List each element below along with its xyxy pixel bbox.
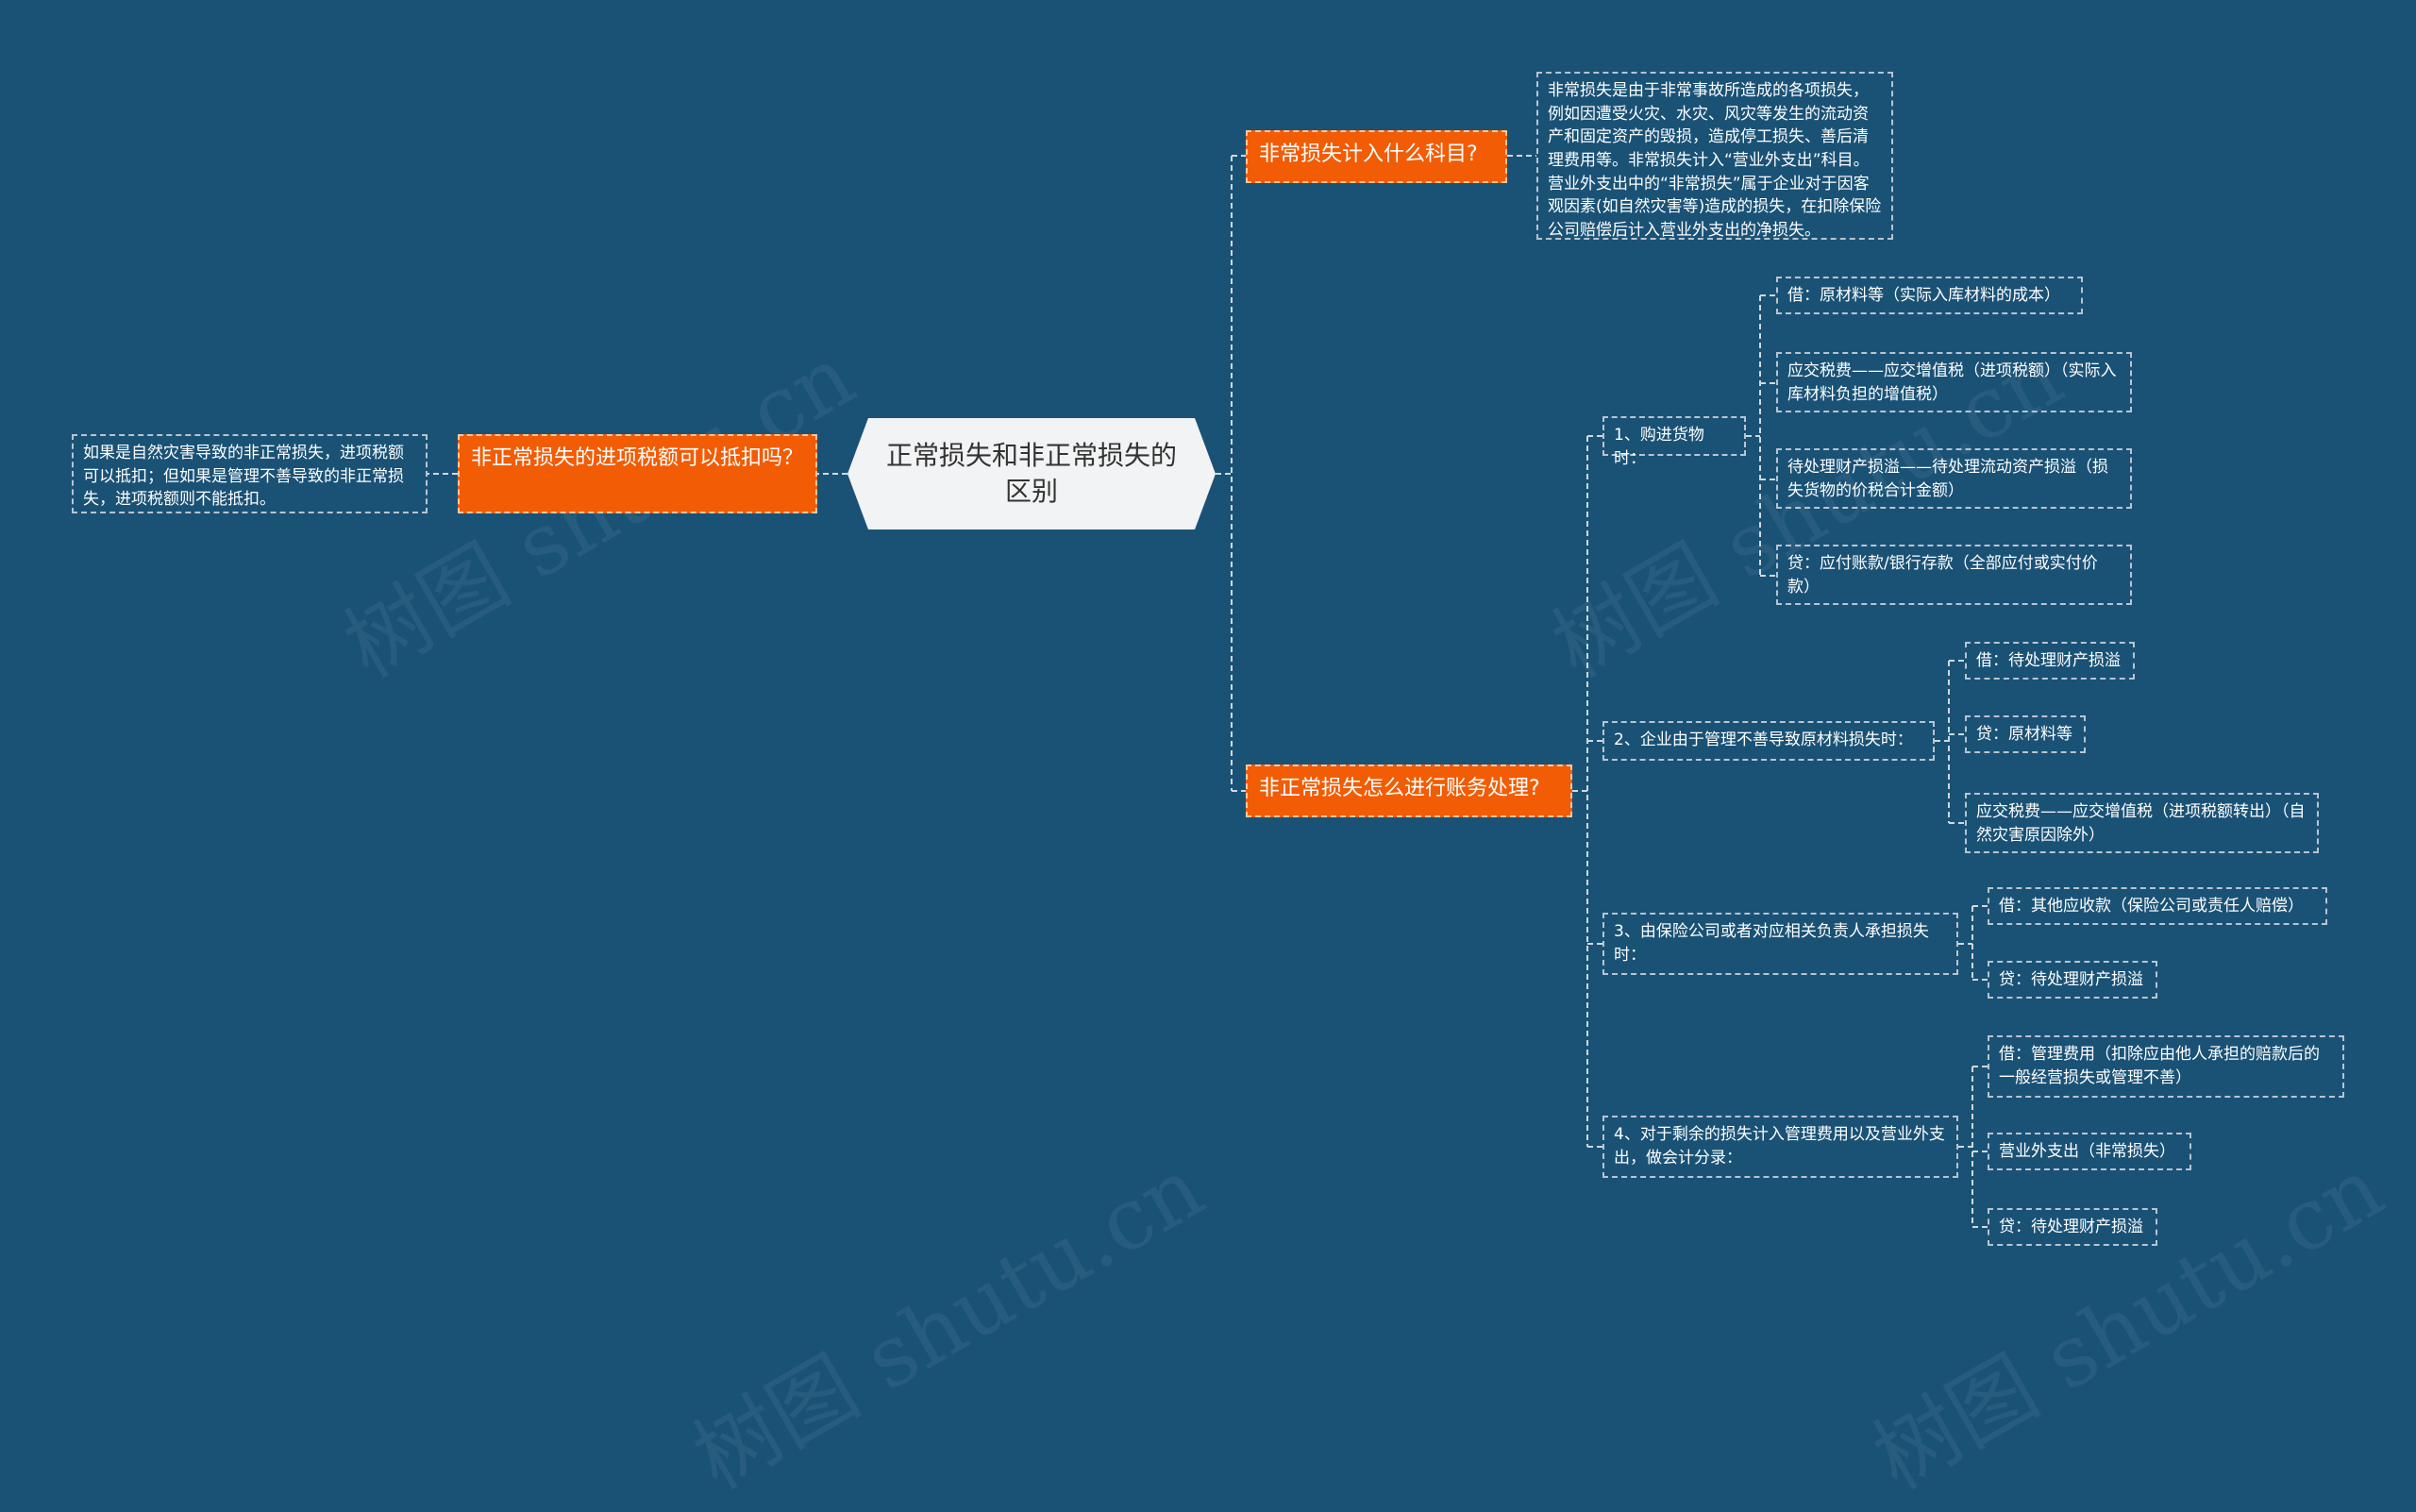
step-1-item-1: 借：原材料等（实际入库材料的成本） [1776, 277, 2083, 314]
step-2-item-1: 借：待处理财产损溢 [1965, 642, 2135, 680]
step-1-node[interactable]: 1、购进货物时： [1602, 416, 1746, 468]
step-3-item-1: 借：其他应收款（保险公司或责任人赔偿） [1988, 887, 2327, 925]
step-4-item-1: 借：管理费用（扣除应由他人承担的赔款后的一般经营损失或管理不善） [1988, 1035, 2344, 1098]
step-2-node[interactable]: 2、企业由于管理不善导致原材料损失时： [1602, 721, 1935, 761]
left-branch-node[interactable]: 非正常损失的进项税额可以抵扣吗？ [458, 434, 817, 513]
step-2-item-3: 应交税费——应交增值税（进项税额转出）（自然灾害原因除外） [1965, 793, 2319, 853]
bottom-branch-node[interactable]: 非正常损失怎么进行账务处理? [1246, 764, 1572, 817]
step-1-item-4: 贷：应付账款/银行存款（全部应付或实付价款） [1776, 545, 2132, 605]
top-branch-note: 非常损失是由于非常事故所造成的各项损失，例如因遭受火灾、水灾、风灾等发生的流动资… [1536, 72, 1893, 240]
left-branch-note: 如果是自然灾害导致的非正常损失，进项税额可以抵扣；但如果是管理不善导致的非正常损… [72, 434, 428, 513]
step-1-item-2: 应交税费——应交增值税（进项税额）（实际入库材料负担的增值税） [1776, 352, 2132, 412]
step-2-item-2: 贷：原材料等 [1965, 715, 2086, 753]
step-4-node[interactable]: 4、对于剩余的损失计入管理费用以及营业外支出，做会计分录： [1602, 1116, 1958, 1178]
step-3-item-2: 贷：待处理财产损溢 [1988, 961, 2157, 999]
step-4-item-2: 营业外支出（非常损失） [1988, 1133, 2191, 1170]
step-1-item-3: 待处理财产损溢——待处理流动资产损溢（损失货物的价税合计金额） [1776, 448, 2132, 509]
center-topic[interactable]: 正常损失和非正常损失的区别 [847, 418, 1216, 529]
step-4-item-3: 贷：待处理财产损溢 [1988, 1208, 2157, 1246]
step-3-node[interactable]: 3、由保险公司或者对应相关负责人承担损失时： [1602, 913, 1958, 975]
top-branch-node[interactable]: 非常损失计入什么科目? [1246, 130, 1507, 183]
